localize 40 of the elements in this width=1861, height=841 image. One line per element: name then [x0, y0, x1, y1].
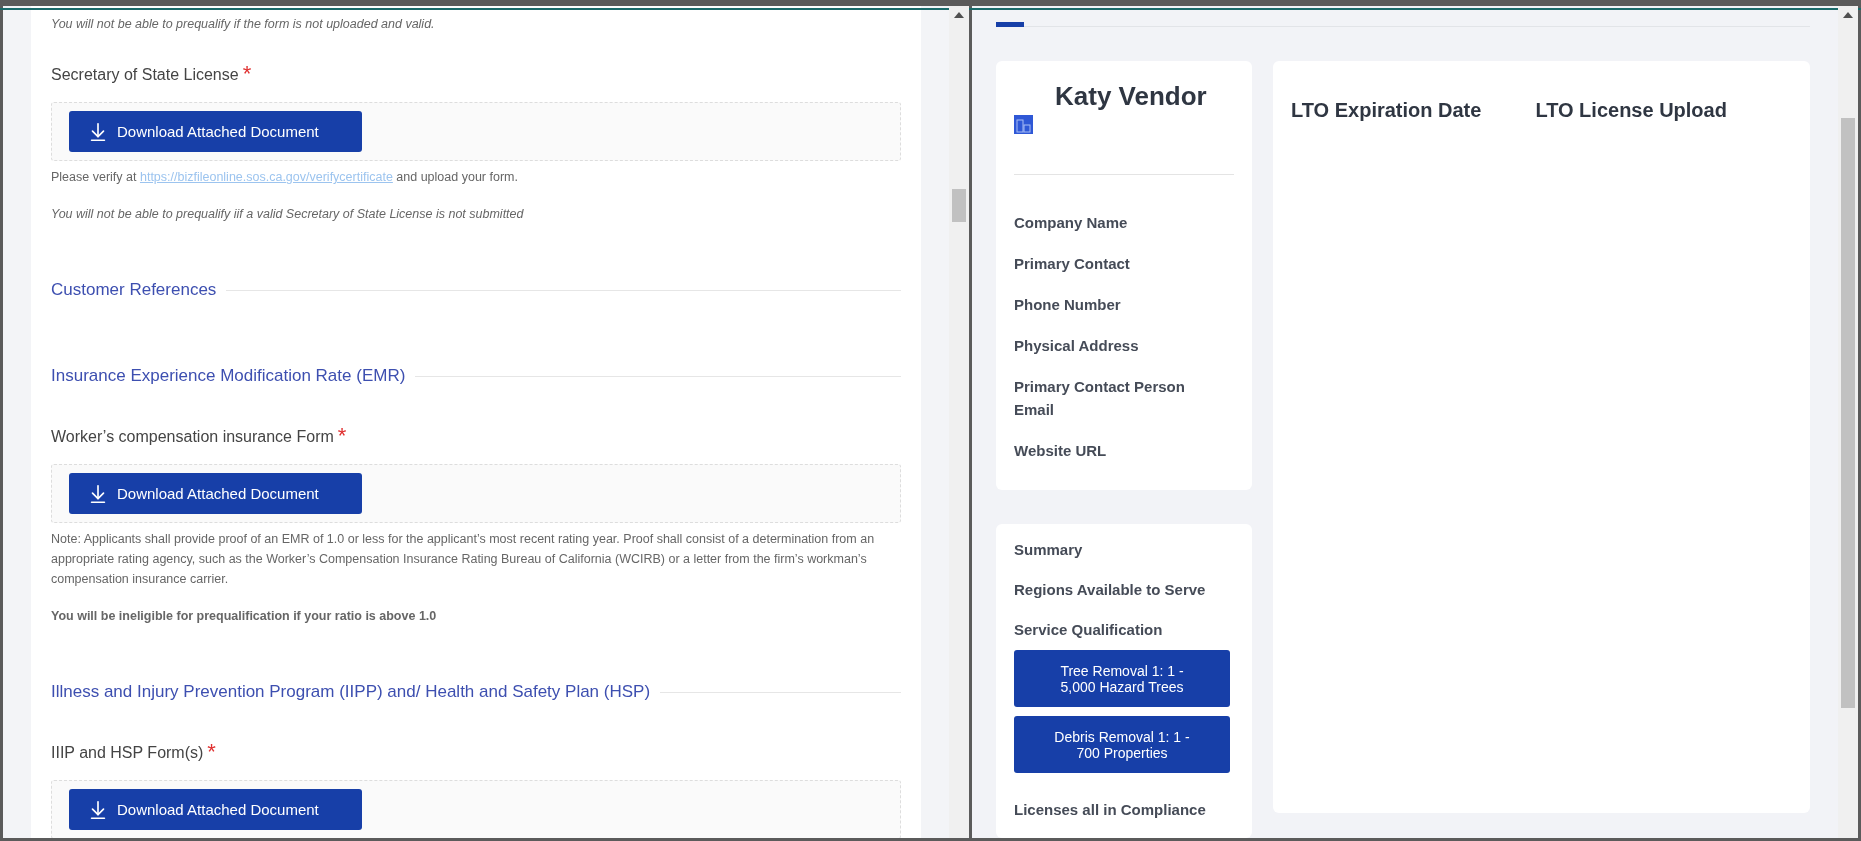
field-label: Summary	[1014, 540, 1084, 560]
field-label: Regions Available to Serve	[1014, 580, 1207, 600]
help-text: Note: Applicants shall provide proof of an EMR of 1.0 or less for the applicant’s most recent rating year. Proof shall consist of a determination from an appropriate rating agency, such as the Worker’s Compensation Insurance Rating Bureau of California (WCIRB) or a letter from the firm’s workman’s compensation insurance carrier.	[51, 531, 876, 588]
section-heading: Insurance Experience Modification Rate (EMR)	[51, 366, 406, 386]
field-label: Company Name	[1014, 213, 1129, 233]
column-heading: LTO License Upload	[1535, 99, 1727, 123]
service-tag[interactable]: Tree Removal 1: 1 - 5,000 Hazard Trees	[1014, 650, 1230, 707]
service-tag[interactable]: Debris Removal 1: 1 - 700 Properties	[1014, 716, 1230, 773]
help-text: Please verify at https://bizfileonline.sos.ca.gov/verifycertificate and upload your form.	[51, 169, 519, 186]
column-heading: LTO Expiration Date	[1291, 99, 1482, 123]
scrollbar[interactable]	[1838, 6, 1858, 838]
help-text: You will not be able to prequalify if the form is not uploaded and valid.	[51, 16, 436, 33]
field-label: Service Qualification	[1014, 620, 1164, 640]
building-icon	[1014, 115, 1033, 134]
field-label: Phone Number	[1014, 295, 1122, 315]
required-mark: *	[207, 744, 216, 760]
download-button[interactable]: Download Attached Document	[69, 111, 362, 152]
field-label: Website URL	[1014, 441, 1108, 461]
required-mark: *	[242, 66, 252, 82]
download-button[interactable]: Download Attached Document	[69, 789, 362, 830]
field-label: Licenses all in Compliance	[1014, 800, 1207, 820]
vendor-name: Katy Vendor	[1055, 81, 1207, 112]
scroll-up-icon[interactable]	[1843, 12, 1853, 18]
scroll-up-icon[interactable]	[954, 12, 964, 18]
scrollbar-thumb[interactable]	[1841, 118, 1855, 708]
field-label: Primary Contact Person Email	[1014, 377, 1186, 420]
active-tab-indicator	[996, 22, 1024, 27]
field-label: Secretary of State License	[51, 66, 239, 84]
field-label: Physical Address	[1014, 336, 1140, 356]
scrollbar[interactable]	[949, 6, 969, 838]
required-mark: *	[337, 428, 347, 444]
field-label: Worker’s compensation insurance Form	[51, 428, 334, 446]
help-text: You will not be able to prequalify iif a valid Secretary of State License is not submitted	[51, 206, 525, 223]
section-heading: Customer References	[51, 280, 217, 300]
download-button[interactable]: Download Attached Document	[69, 473, 362, 514]
section-heading: Illness and Injury Prevention Program (IIPP) and/ Health and Safety Plan (HSP)	[51, 682, 651, 702]
field-label: Primary Contact	[1014, 254, 1131, 274]
field-label: IIIP and HSP Form(s)	[51, 744, 204, 762]
scrollbar-thumb[interactable]	[952, 189, 966, 222]
help-text: You will be ineligible for prequalification if your ratio is above 1.0	[51, 608, 438, 625]
